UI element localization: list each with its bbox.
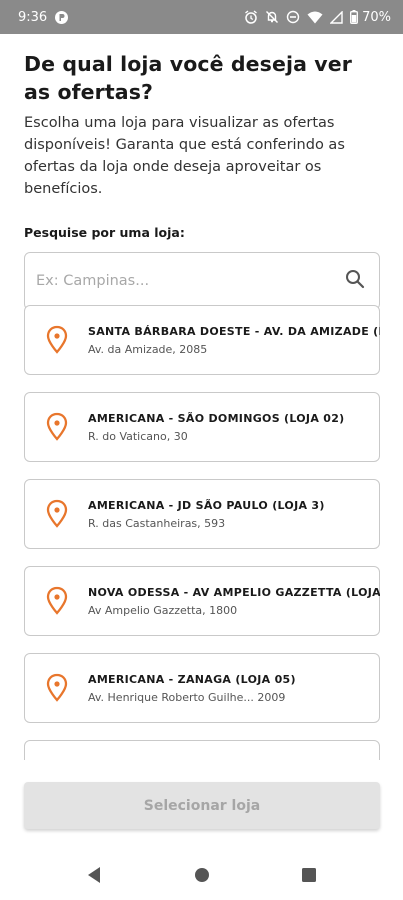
search-input[interactable] — [36, 273, 326, 289]
store-name: AMERICANA - ZANAGA (LOJA 05) — [88, 672, 296, 686]
store-card[interactable]: NOVA ODESSA - AV AMPELIO GAZZETTA (LOJA … — [24, 566, 380, 636]
recents-icon[interactable] — [301, 866, 317, 884]
location-pin-icon — [46, 499, 68, 528]
store-card[interactable]: SANTA BÁRBARA DOESTE - AV. DA AMIZADE (L… — [24, 305, 380, 375]
status-right: 70% — [244, 10, 391, 25]
store-name: SANTA BÁRBARA DOESTE - AV. DA AMIZADE (L… — [88, 324, 380, 338]
location-pin-icon — [46, 325, 68, 354]
battery-icon — [350, 10, 359, 24]
status-left: 9:36 — [18, 10, 69, 25]
search-box[interactable] — [24, 252, 380, 310]
page-title: De qual loja você deseja ver as ofertas? — [24, 52, 352, 104]
store-address: R. das Castanheiras, 593 — [88, 516, 226, 530]
store-card[interactable]: AMERICANA - JD SÃO PAULO (LOJA 3) R. das… — [24, 479, 380, 549]
store-address: Av. da Amizade, 2085 — [88, 342, 208, 356]
alarm-icon — [244, 10, 258, 24]
store-text: AMERICANA - JD SÃO PAULO (LOJA 3) R. das… — [88, 499, 325, 530]
store-address: Av Ampelio Gazzetta, 1800 — [88, 603, 238, 617]
store-card[interactable]: AMERICANA - ZANAGA (LOJA 05) Av. Henriqu… — [24, 653, 380, 723]
search-icon[interactable] — [345, 269, 365, 293]
location-pin-icon — [46, 673, 68, 702]
search-label: Pesquise por uma loja: — [24, 225, 185, 240]
select-store-button[interactable]: Selecionar loja — [24, 782, 380, 829]
store-address: R. do Vaticano, 30 — [88, 429, 188, 443]
store-text: SANTA BÁRBARA DOESTE - AV. DA AMIZADE (L… — [88, 325, 380, 356]
notifications-off-icon — [265, 10, 279, 24]
store-list[interactable]: SANTA BÁRBARA DOESTE - AV. DA AMIZADE (L… — [24, 305, 380, 760]
store-text: NOVA ODESSA - AV AMPELIO GAZZETTA (LOJA … — [88, 586, 380, 617]
store-name: AMERICANA - JD SÃO PAULO (LOJA 3) — [88, 498, 325, 512]
home-icon[interactable] — [194, 866, 210, 884]
location-pin-icon — [46, 412, 68, 441]
battery-percentage: 70% — [362, 9, 391, 25]
store-address: Av. Henrique Roberto Guilhe... 2009 — [88, 690, 286, 704]
status-bar: 9:36 70% — [0, 0, 403, 34]
store-text: AMERICANA - SÃO DOMINGOS (LOJA 02) R. do… — [88, 412, 345, 443]
back-icon[interactable] — [86, 866, 102, 884]
store-name: NOVA ODESSA - AV AMPELIO GAZZETTA (LOJA … — [88, 585, 380, 599]
app-notification-icon — [54, 10, 69, 25]
main-content: De qual loja você deseja ver as ofertas?… — [24, 34, 380, 310]
page-subtitle: Escolha uma loja para visualizar as ofer… — [24, 115, 345, 197]
store-text: AMERICANA - ZANAGA (LOJA 05) Av. Henriqu… — [88, 673, 296, 704]
location-pin-icon — [46, 586, 68, 615]
store-card[interactable]: AMERICANA - SÃO DOMINGOS (LOJA 02) R. do… — [24, 392, 380, 462]
wifi-icon — [307, 11, 323, 24]
store-card[interactable] — [24, 740, 380, 760]
signal-icon — [330, 10, 343, 24]
status-time: 9:36 — [18, 9, 48, 25]
store-name: AMERICANA - SÃO DOMINGOS (LOJA 02) — [88, 411, 345, 425]
do-not-disturb-icon — [286, 10, 300, 24]
navigation-bar — [0, 850, 403, 900]
